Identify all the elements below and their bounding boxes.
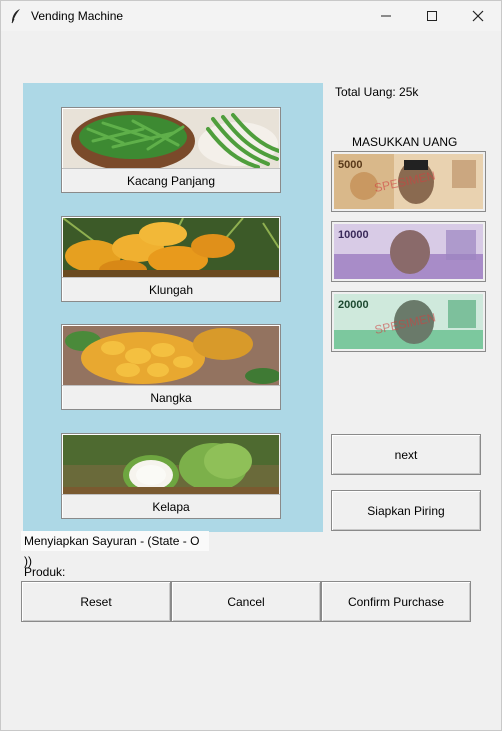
reset-button[interactable]: Reset [21,581,171,622]
product-label: Nangka [62,385,280,409]
product-label: Kelapa [62,494,280,518]
minimize-button[interactable] [363,1,409,31]
maximize-button[interactable] [409,1,455,31]
window-title: Vending Machine [31,9,124,23]
confirm-purchase-button[interactable]: Confirm Purchase [321,581,471,622]
banknote-10000-image: 10000 [334,224,483,279]
maximize-icon [427,11,437,21]
product-button-nangka[interactable]: Nangka [61,324,281,410]
minimize-icon [381,15,391,17]
product-button-kacang-panjang[interactable]: Kacang Panjang [61,107,281,193]
insert-money-label: MASUKKAN UANG [352,135,458,149]
state-label: Menyiapkan Sayuran - (State - O )) [21,531,209,568]
banknote-10000-button[interactable]: 10000 [331,221,486,282]
banknote-5000-button[interactable]: 5000 SPESIMEN [331,151,486,212]
product-button-kelapa[interactable]: Kelapa [61,433,281,519]
total-money-label: Total Uang: 25k [335,85,419,99]
banknote-5000-image: 5000 SPESIMEN [334,154,483,209]
product-label: Kacang Panjang [62,168,280,192]
title-bar: Vending Machine [1,1,501,31]
product-button-klungah[interactable]: Klungah [61,216,281,302]
cancel-button[interactable]: Cancel [171,581,321,622]
banknote-20000-button[interactable]: 20000 SPESIMEN [331,291,486,352]
jackfruit-photo [63,326,279,385]
close-button[interactable] [455,1,501,31]
coconut-photo [63,435,279,494]
next-button[interactable]: next [331,434,481,475]
banknote-denomination: 10000 [338,229,369,241]
young-coconut-photo [63,218,279,277]
feather-icon [11,9,20,24]
banknote-denomination: 20000 [338,299,369,311]
app-window: Vending Machine Kacang Panjang Klungah N… [0,0,502,731]
banknote-20000-image: 20000 SPESIMEN [334,294,483,349]
product-panel: Kacang Panjang Klungah Nangka Kelapa [23,83,323,532]
product-selection-label: Produk: [24,565,66,579]
banknote-denomination: 5000 [338,159,362,171]
long-beans-photo [63,109,279,168]
close-icon [472,10,484,22]
prepare-plate-button[interactable]: Siapkan Piring [331,490,481,531]
product-label: Klungah [62,277,280,301]
